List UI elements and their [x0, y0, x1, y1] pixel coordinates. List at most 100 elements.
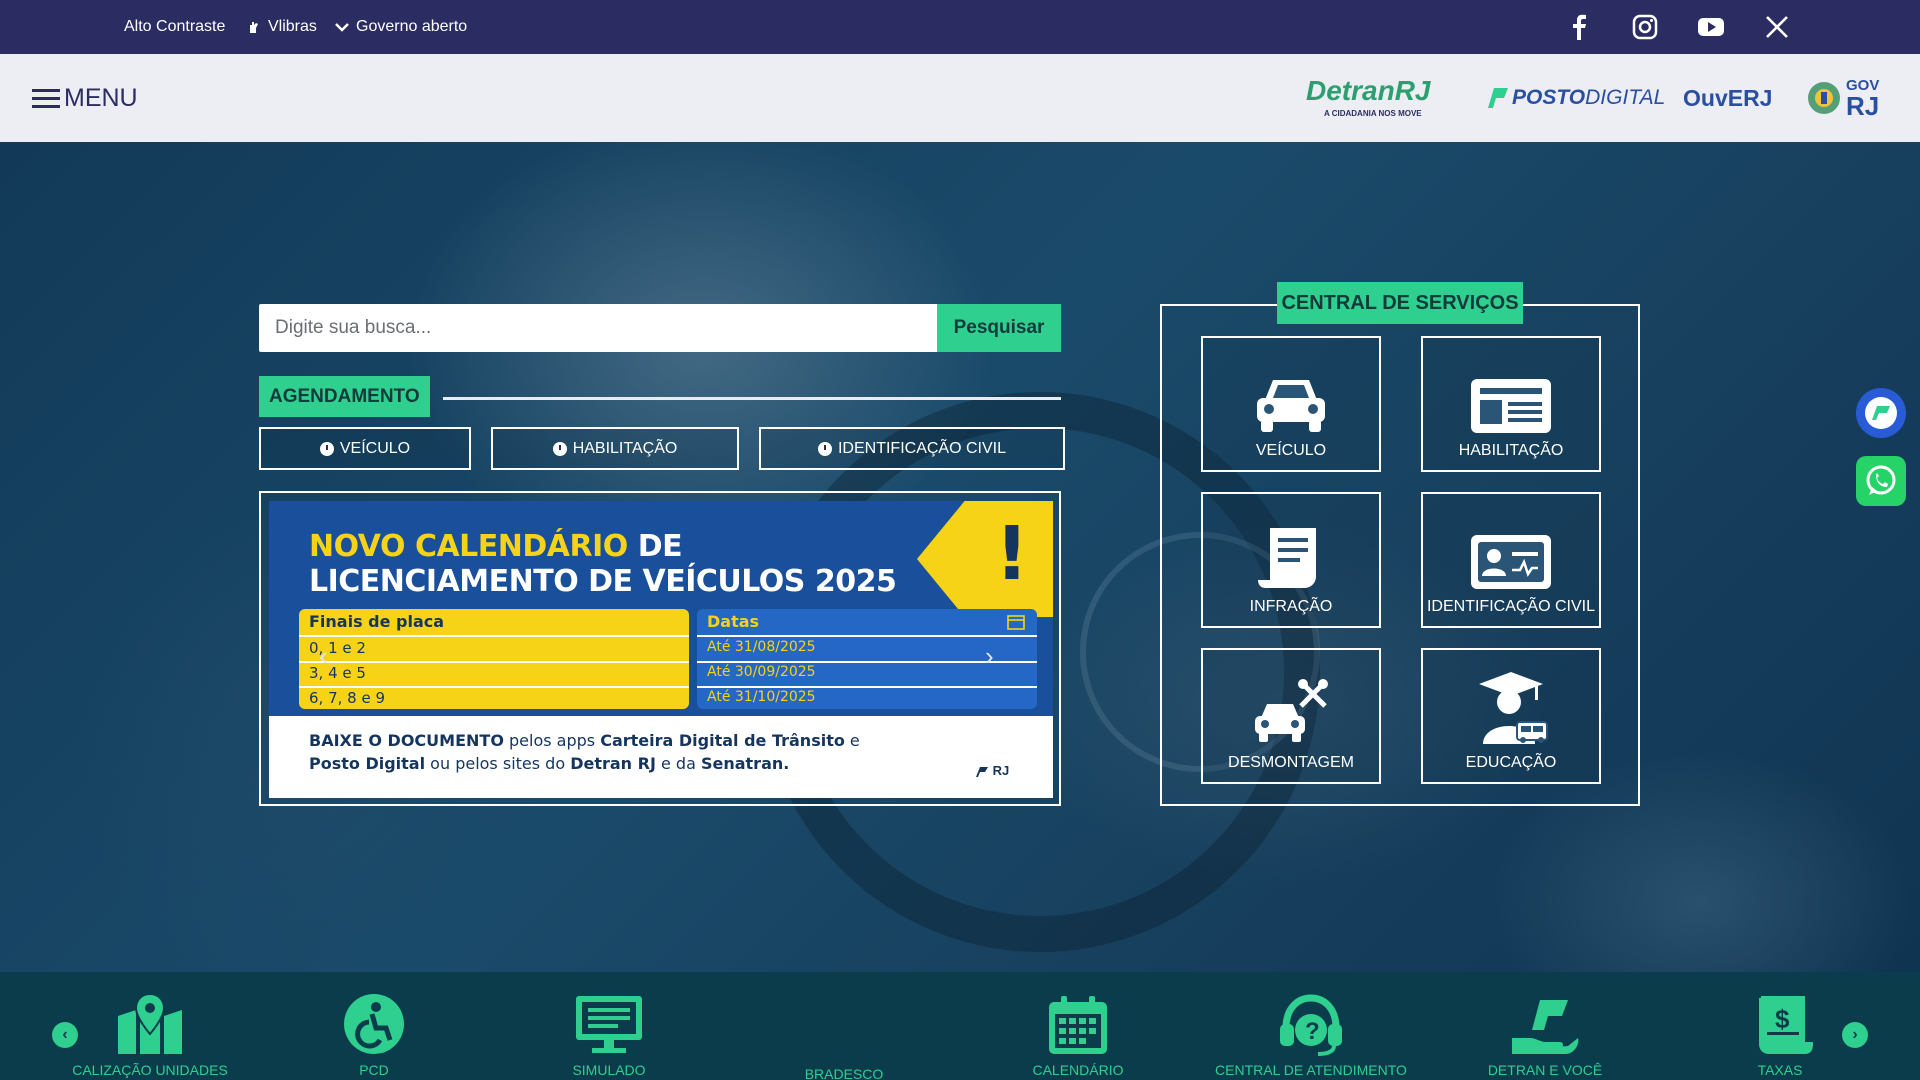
headset-icon: ? [1280, 994, 1342, 1056]
svg-text:$: $ [1775, 1004, 1790, 1034]
search-input[interactable] [259, 304, 937, 352]
service-infraction-label: INFRAÇÃO [1249, 598, 1333, 615]
clock-icon [552, 441, 567, 456]
car-icon [1257, 380, 1325, 432]
posto-digital-logo[interactable]: POSTO DIGITAL [1484, 54, 1665, 142]
shortcut-calendar[interactable]: CALENDÁRIO [961, 972, 1195, 1080]
banner-gov-mark: RJ [975, 763, 1009, 778]
plate-row: 6, 7, 8 e 9 [309, 689, 386, 707]
service-infraction[interactable]: INFRAÇÃO [1201, 492, 1381, 628]
facebook-icon[interactable] [1564, 12, 1594, 42]
detran-mark-icon [976, 766, 988, 777]
map-pin-icon [118, 992, 182, 1054]
banner-footer-line1: BAIXE O DOCUMENTO pelos apps Carteira Di… [309, 731, 860, 750]
shortcut-pcd[interactable]: PCD [257, 972, 491, 1080]
scheduling-heading: AGENDAMENTO [259, 376, 430, 417]
service-vehicle-label: VEÍCULO [1255, 442, 1327, 459]
shortcut-call-center[interactable]: ? CENTRAL DE ATENDIMENTO [1194, 972, 1428, 1080]
receipt-dollar-icon: $ [1749, 996, 1813, 1054]
detran-slogan: A CIDADANIA NOS MOVE [1324, 109, 1422, 118]
carousel-prev-icon[interactable]: ‹ [319, 641, 328, 672]
date-row: Até 31/08/2025 [707, 639, 816, 655]
banner-title-line2: LICENCIAMENTO DE VEÍCULOS 2025 [309, 564, 897, 599]
detran-logo-text: DetranRJ [1306, 75, 1431, 106]
banner-title-line1: NOVO CALENDÁRIO DE [309, 529, 683, 564]
calendar-icon [1049, 996, 1107, 1054]
hamburger-icon [32, 89, 60, 108]
shortcut-bradesco-label: BRADESCO [804, 1066, 884, 1080]
whatsapp-icon[interactable] [1856, 456, 1906, 506]
detran-rj-logo[interactable]: DetranRJ A CIDADANIA NOS MOVE [1304, 54, 1444, 142]
plate-row: 0, 1 e 2 [309, 639, 366, 657]
shortcut-simulado[interactable]: SIMULADO [492, 972, 726, 1080]
posto-digital-a: POSTO [1512, 86, 1586, 109]
shortcut-calendar-label: CALENDÁRIO [1032, 1062, 1124, 1078]
service-civil-id[interactable]: IDENTIFICAÇÃO CIVIL [1421, 492, 1601, 628]
site-header: MENU DetranRJ A CIDADANIA NOS MOVE POSTO… [0, 54, 1920, 142]
shortcut-locations-label: CALIZAÇÃO UNIDADES [72, 1062, 228, 1078]
banner-title-rest: DE [627, 529, 683, 564]
shortcut-pcd-label: PCD [359, 1062, 389, 1078]
banner-carousel[interactable]: ! NOVO CALENDÁRIO DE LICENCIAMENTO DE VE… [259, 491, 1061, 806]
car-tools-icon [1255, 679, 1328, 742]
dates-table-header: Datas [707, 612, 760, 631]
calendar-icon [1007, 615, 1025, 630]
service-education[interactable]: EDUCAÇÃO [1421, 648, 1601, 784]
shortcut-fees-label: TAXAS [1757, 1062, 1803, 1078]
service-civil-id-label: IDENTIFICAÇÃO CIVIL [1426, 598, 1596, 615]
menu-label: MENU [64, 83, 138, 112]
instagram-icon[interactable] [1630, 12, 1660, 42]
schedule-license-button[interactable]: HABILITAÇÃO [491, 427, 739, 470]
chevron-down-icon [335, 23, 349, 32]
banner-title-highlight: NOVO CALENDÁRIO [309, 529, 628, 564]
license-card-icon [1471, 379, 1551, 433]
plate-table: Finais de placa 0, 1 e 2 3, 4 e 5 6, 7, … [299, 609, 689, 709]
ouverj-logo-text: OuvERJ [1683, 84, 1773, 111]
shortcut-locations[interactable]: CALIZAÇÃO UNIDADES [33, 972, 267, 1080]
gov-rj-logo[interactable]: GOV RJ [1806, 54, 1879, 142]
accessibility-icon [344, 994, 404, 1054]
plate-table-header: Finais de placa [309, 612, 445, 631]
monitor-icon [576, 996, 642, 1053]
clock-icon [319, 441, 334, 456]
shortcut-fees[interactable]: $ TAXAS [1663, 972, 1897, 1080]
licensing-calendar-banner[interactable]: ! NOVO CALENDÁRIO DE LICENCIAMENTO DE VE… [269, 501, 1053, 798]
scheduling-divider [443, 397, 1061, 400]
shortcut-bradesco[interactable]: BRADESCO [727, 972, 961, 1080]
graduate-icon [1479, 672, 1548, 744]
service-education-label: EDUCAÇÃO [1465, 754, 1557, 771]
search-button[interactable]: Pesquisar [937, 304, 1061, 352]
ticket-icon [1258, 528, 1316, 588]
service-license[interactable]: HABILITAÇÃO [1421, 336, 1601, 472]
chat-assistant-icon[interactable] [1856, 388, 1906, 438]
schedule-vehicle-button[interactable]: VEÍCULO [259, 427, 471, 470]
date-row: Até 30/09/2025 [707, 664, 816, 680]
vlibras-label: Vlibras [268, 18, 317, 35]
services-title: CENTRAL DE SERVIÇOS [1277, 282, 1523, 324]
hand-detran-icon [1512, 1000, 1579, 1054]
vlibras-link[interactable]: Vlibras [246, 0, 317, 54]
service-dismantling[interactable]: DESMONTAGEM [1201, 648, 1381, 784]
svg-text:?: ? [1305, 1018, 1320, 1045]
banner-footer-line2: Posto Digital ou pelos sites do Detran R… [309, 754, 790, 773]
shortcut-call-center-label: CENTRAL DE ATENDIMENTO [1215, 1062, 1407, 1078]
posto-digital-mark-icon [1488, 88, 1508, 108]
carousel-next-icon[interactable]: › [985, 641, 994, 672]
shortcut-simulado-label: SIMULADO [572, 1062, 646, 1078]
clock-icon [817, 441, 832, 456]
ouverj-logo[interactable]: OuvERJ [1683, 54, 1772, 142]
id-card-icon [1471, 535, 1551, 589]
youtube-icon[interactable] [1696, 12, 1726, 42]
open-gov-link[interactable]: Governo aberto [334, 0, 467, 54]
schedule-civil-id-button[interactable]: IDENTIFICAÇÃO CIVIL [759, 427, 1065, 470]
plate-row: 3, 4 e 5 [309, 664, 366, 682]
hand-icon [250, 22, 258, 33]
menu-button[interactable]: MENU [32, 54, 138, 142]
service-vehicle[interactable]: VEÍCULO [1201, 336, 1381, 472]
shortcut-detran-and-you[interactable]: DETRAN E VOCÊ [1428, 972, 1662, 1080]
posto-digital-b: DIGITAL [1585, 86, 1666, 109]
x-icon[interactable] [1762, 12, 1792, 42]
rj-label: RJ [1846, 90, 1880, 121]
high-contrast-link[interactable]: Alto Contraste [124, 0, 225, 54]
high-contrast-label: Alto Contraste [124, 18, 226, 35]
